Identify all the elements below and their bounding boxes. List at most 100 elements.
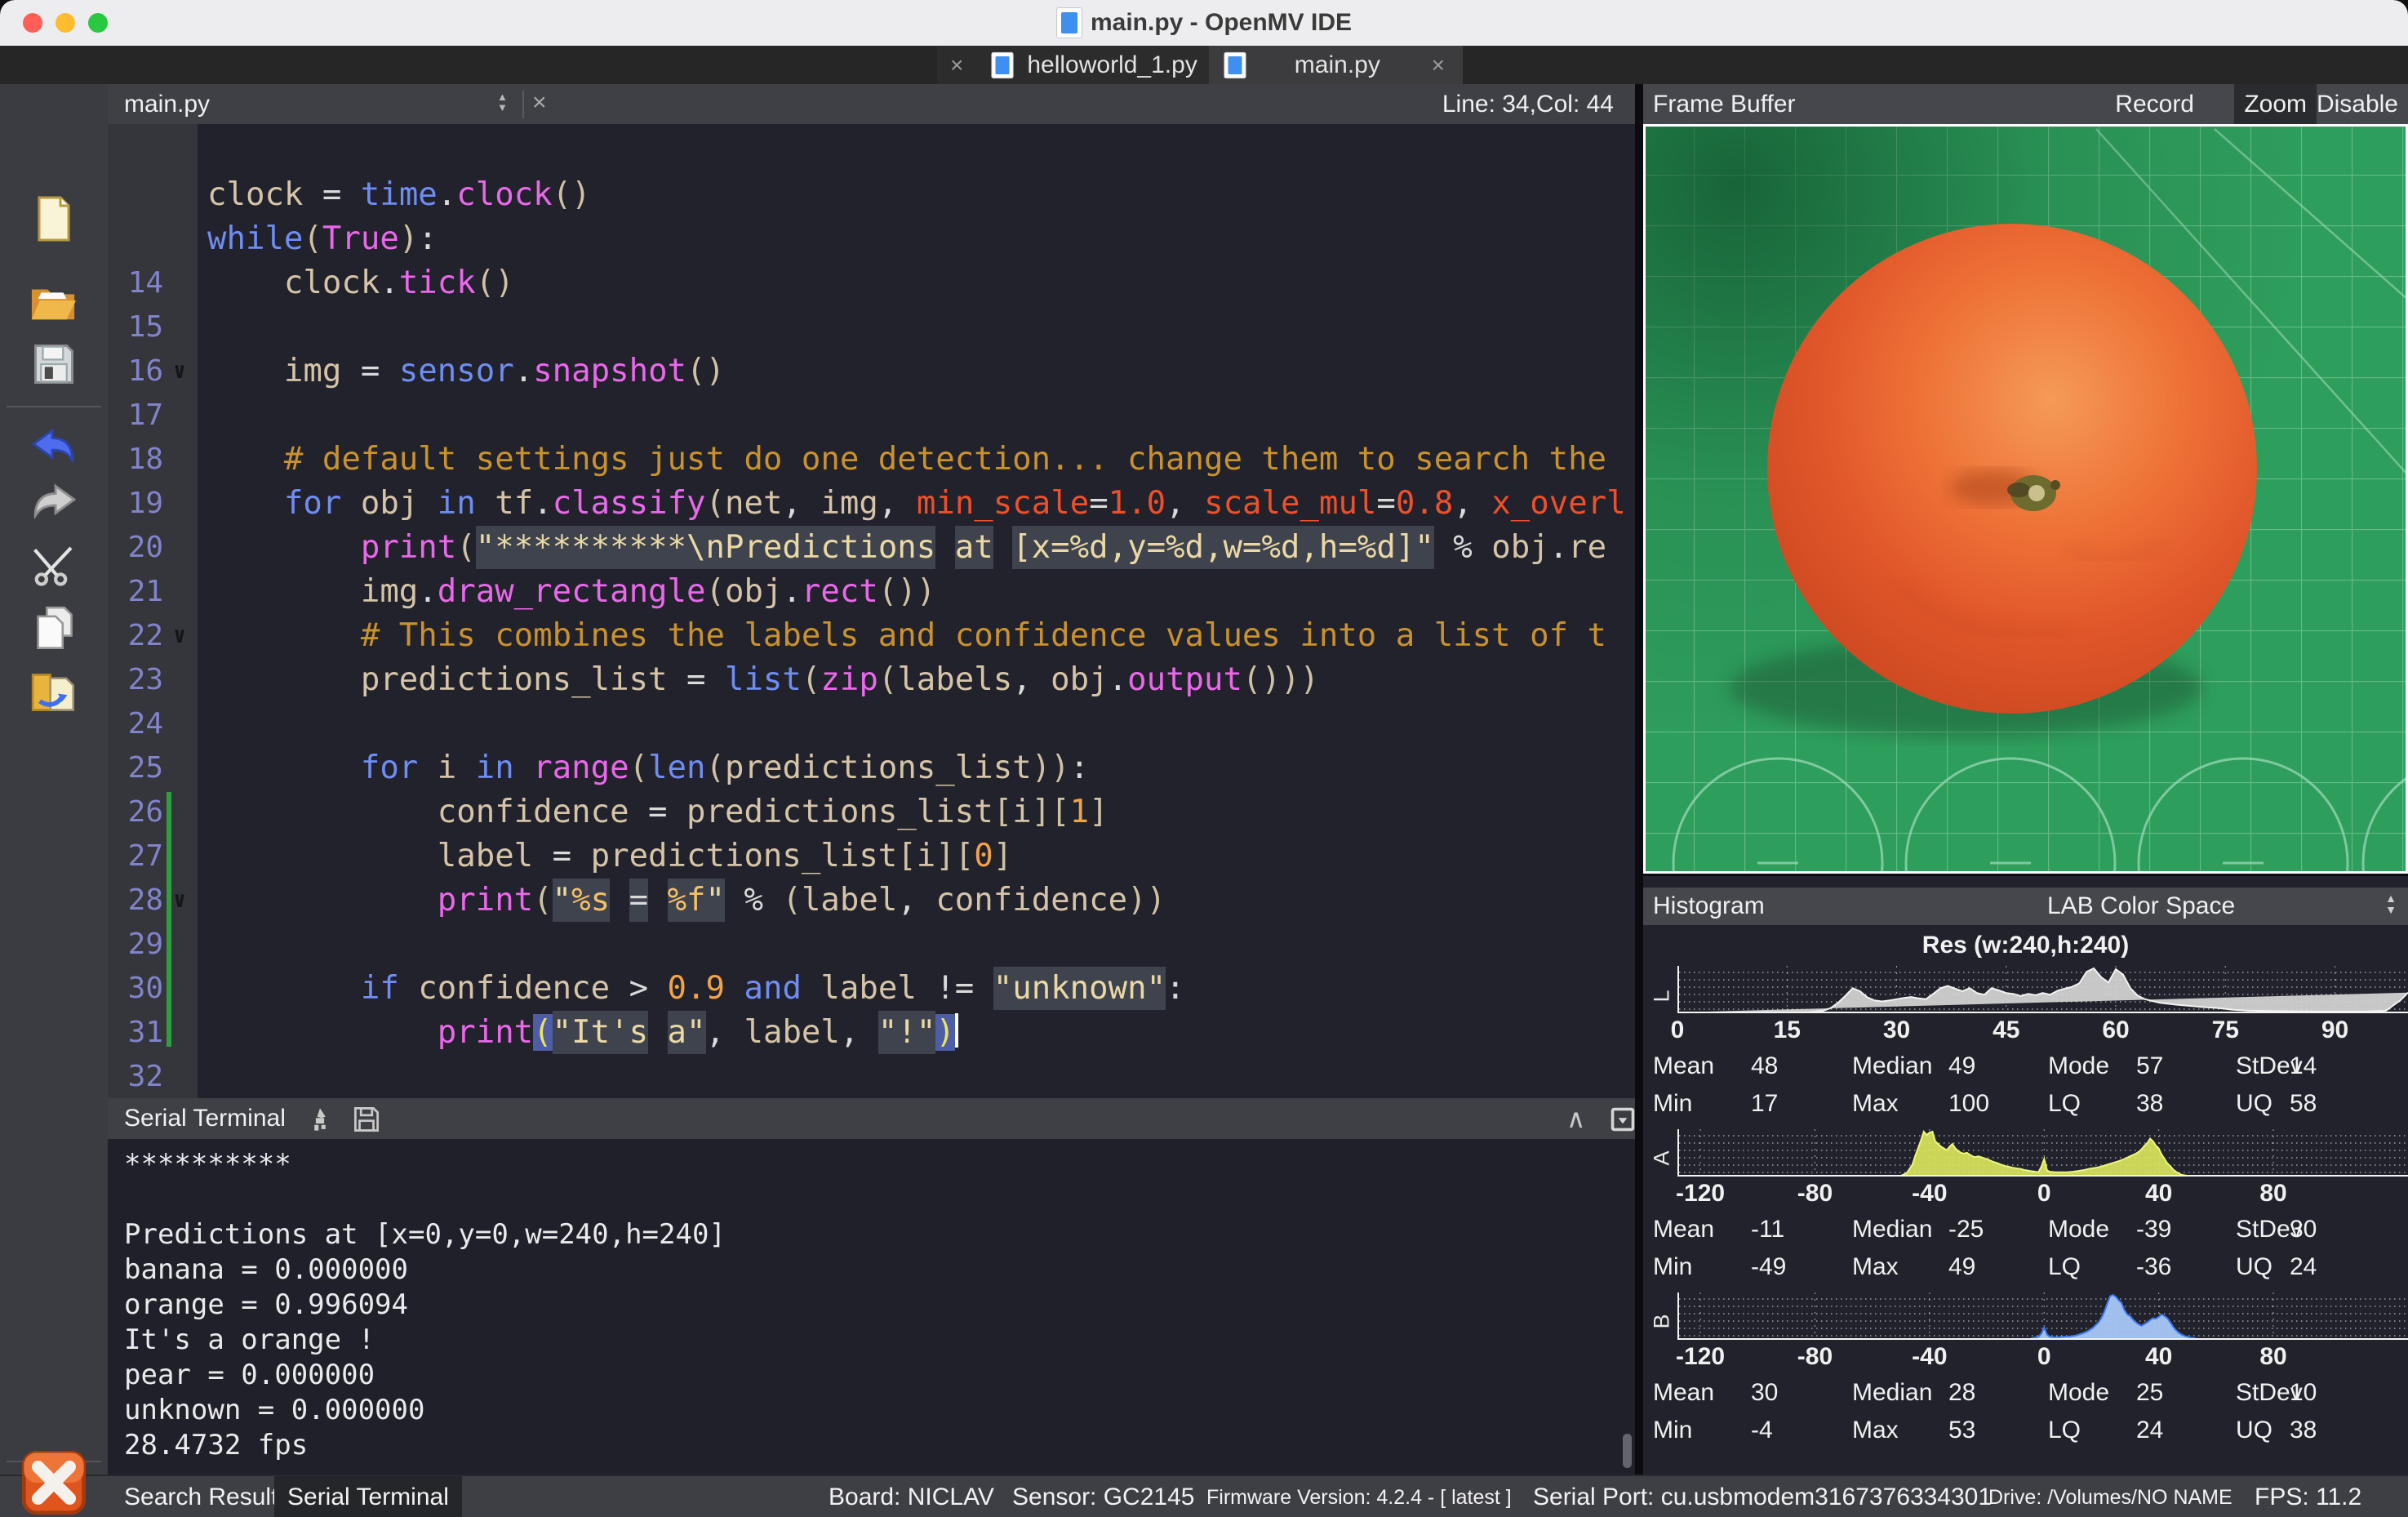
status-bar: Search Results Serial Terminal Board: NI… [0, 1475, 2408, 1517]
code-line[interactable]: clock.tick() [207, 261, 1635, 305]
fold-icon [163, 394, 196, 438]
tab-label: main.py [1295, 51, 1380, 79]
file-selector-spinner-icon[interactable]: ▲▼ [497, 87, 508, 113]
close-window-button[interactable] [23, 13, 42, 33]
code-line[interactable]: # default settings just do one detection… [207, 438, 1635, 482]
code-line[interactable] [207, 129, 1635, 173]
terminal-scrollbar[interactable] [1623, 1434, 1632, 1468]
cut-icon[interactable] [30, 541, 78, 589]
status-tab-serial-terminal[interactable]: Serial Terminal [274, 1476, 462, 1517]
line-number: 18 [108, 438, 198, 482]
frame-buffer-view[interactable] [1643, 124, 2408, 876]
code-editor[interactable]: 141516∨171819202122∨232425262728∨2930313… [108, 124, 1635, 1098]
status-tab-search-results[interactable]: Search Results [124, 1476, 290, 1517]
axis-tick-labels: -120-80-4004080 [1643, 1177, 2408, 1211]
code-line[interactable] [207, 1055, 1635, 1098]
code-line[interactable] [207, 702, 1635, 746]
close-tab-icon[interactable]: × [1427, 52, 1450, 78]
fold-icon [163, 702, 196, 746]
code-line[interactable]: clock = time.clock() [207, 173, 1635, 217]
stop-icon[interactable] [21, 1450, 87, 1515]
code-line[interactable] [207, 305, 1635, 349]
openmv-ide-window: main.py - OpenMV IDE × helloworld_1.py m… [0, 0, 2408, 1517]
axis-tick-labels: -120-80-4004080 [1643, 1340, 2408, 1374]
line-number: 15 [108, 305, 198, 349]
code-line[interactable]: confidence = predictions_list[i][1] [207, 790, 1635, 834]
close-tab-icon[interactable]: × [945, 52, 968, 78]
disable-button[interactable]: Disable [2307, 84, 2408, 124]
minimize-window-button[interactable] [56, 13, 75, 33]
open-folder-icon[interactable] [30, 278, 78, 326]
code-line[interactable]: label = predictions_list[i][0] [207, 834, 1635, 879]
channel-stats-row: Mean48Median49Mode57StDev14 [1643, 1048, 2408, 1085]
fold-icon[interactable]: ∨ [163, 349, 196, 394]
undo-icon[interactable] [30, 424, 78, 471]
code-line[interactable] [207, 394, 1635, 438]
clear-terminal-icon[interactable] [306, 1105, 334, 1133]
zoom-button[interactable]: Zoom [2234, 84, 2317, 124]
code-line[interactable]: img.draw_rectangle(obj.rect()) [207, 570, 1635, 614]
collapse-panel-icon[interactable]: ∧ [1566, 1103, 1594, 1131]
line-number: 30 [108, 967, 198, 1011]
status-item: Serial Port: cu.usbmodem3167376334301 [1533, 1476, 1992, 1517]
status-item: FPS: 11.2 [2255, 1476, 2361, 1517]
code-line[interactable]: for obj in tf.classify(net, img, min_sca… [207, 482, 1635, 526]
code-line[interactable]: while(True): [207, 217, 1635, 261]
line-number: 29 [108, 923, 198, 967]
line-number: 23 [108, 658, 198, 702]
close-editor-icon[interactable]: × [532, 89, 547, 117]
color-space-spinner-icon[interactable]: ▲▼ [2385, 889, 2397, 915]
frame-buffer-image [1643, 124, 2408, 874]
code-line[interactable]: predictions_list = list(zip(labels, obj.… [207, 658, 1635, 702]
save-icon[interactable] [30, 340, 78, 388]
channel-label: A [1650, 1141, 1675, 1166]
color-space-select[interactable]: LAB Color Space [2047, 892, 2235, 920]
tab-main[interactable]: main.py × [1209, 46, 1463, 84]
fold-icon [163, 482, 196, 526]
code-line[interactable]: print("%s = %f" % (label, confidence)) [207, 879, 1635, 923]
code-line[interactable]: if confidence > 0.9 and label != "unknow… [207, 967, 1635, 1011]
line-number: 20 [108, 526, 198, 570]
toolbar [0, 84, 109, 1475]
record-button[interactable]: Record [2105, 84, 2204, 124]
axis-tick-labels: 0153045607590 [1643, 1013, 2408, 1048]
code-line[interactable]: img = sensor.snapshot() [207, 349, 1635, 394]
gutter: 141516∨171819202122∨232425262728∨2930313… [108, 124, 198, 1098]
histogram-header: Histogram LAB Color Space ▲▼ [1643, 888, 2408, 925]
detach-panel-icon[interactable] [1610, 1106, 1637, 1134]
save-log-icon[interactable] [353, 1105, 380, 1133]
code-line[interactable]: for i in range(len(predictions_list)): [207, 746, 1635, 790]
paste-icon[interactable] [30, 669, 78, 716]
code-lines[interactable]: clock = time.clock()while(True): clock.t… [198, 129, 1635, 1098]
window-controls [23, 13, 108, 33]
maximize-window-button[interactable] [88, 13, 108, 33]
code-line[interactable]: print("It's a", label, "!") [207, 1011, 1635, 1055]
python-file-icon [992, 51, 1014, 78]
fold-icon[interactable]: ∨ [163, 614, 196, 658]
histogram-panel: Res (w:240,h:240) L0153045607590Mean48Me… [1643, 925, 2408, 1475]
tab-bar: × helloworld_1.py main.py × [0, 46, 2408, 84]
code-line[interactable]: print("**********\nPredictions at [x=%d,… [207, 526, 1635, 570]
status-item: Sensor: GC2145 [1012, 1476, 1194, 1517]
channel-stats-row: Min-4Max53LQ24UQ38 [1643, 1412, 2408, 1449]
histogram-title: Histogram [1653, 892, 1765, 920]
panel-divider[interactable] [1635, 84, 1643, 1475]
channel-stats-row: Min-49Max49LQ-36UQ24 [1643, 1248, 2408, 1286]
tab-helloworld[interactable]: × helloworld_1.py [937, 46, 1209, 84]
serial-terminal-output[interactable]: ********** Predictions at [x=0,y=0,w=240… [108, 1139, 1635, 1475]
cursor-position: Line: 34,Col: 44 [1442, 91, 1614, 118]
fold-icon [163, 570, 196, 614]
code-line[interactable]: # This combines the labels and confidenc… [207, 614, 1635, 658]
histogram-channel-b: B-120-80-4004080Mean30Median28Mode25StDe… [1643, 1292, 2408, 1456]
toolbar-divider [7, 406, 101, 407]
open-file-selector[interactable]: main.py [124, 91, 210, 118]
status-item: Firmware Version: 4.2.4 - [ latest ] [1206, 1476, 1512, 1517]
line-number: 25 [108, 746, 198, 790]
fold-icon [163, 746, 196, 790]
frame-buffer-title: Frame Buffer [1653, 91, 1796, 118]
code-line[interactable] [207, 923, 1635, 967]
new-file-icon[interactable] [30, 195, 78, 242]
line-number: 22∨ [108, 614, 198, 658]
copy-icon[interactable] [30, 605, 78, 652]
redo-icon[interactable] [30, 479, 78, 527]
